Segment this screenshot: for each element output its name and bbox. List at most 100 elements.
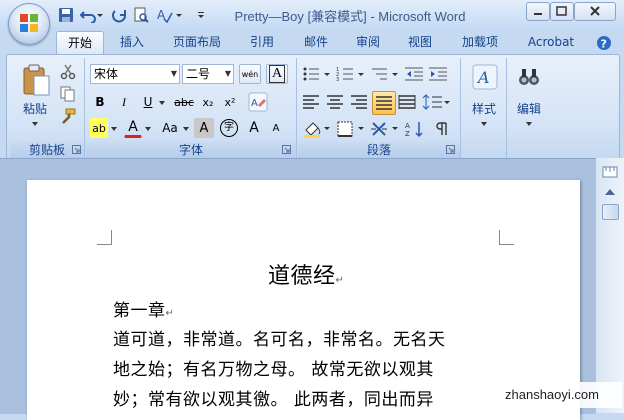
highlight-button[interactable]: ab xyxy=(90,118,108,138)
tab-references[interactable]: 引用 xyxy=(242,31,282,53)
align-center-icon[interactable] xyxy=(326,94,344,110)
close-icon xyxy=(590,6,600,16)
font-group: 宋体 ▼ 二号 ▼ wén A B I U abc x₂ x² A ab A Aa … xyxy=(86,58,297,158)
scroll-up-icon[interactable] xyxy=(602,184,618,200)
font-size-combo[interactable]: 二号 ▼ xyxy=(182,64,234,84)
svg-text:A: A xyxy=(405,122,410,130)
multilevel-list-icon[interactable] xyxy=(370,66,400,82)
save-icon[interactable] xyxy=(58,7,74,23)
character-border-button[interactable]: A xyxy=(266,64,288,84)
bold-button[interactable]: B xyxy=(90,92,110,112)
numbering-icon[interactable]: 123 xyxy=(336,66,366,82)
tab-acrobat[interactable]: Acrobat xyxy=(520,31,582,53)
show-marks-icon[interactable] xyxy=(432,120,450,138)
align-left-icon[interactable] xyxy=(302,94,320,110)
borders-icon[interactable] xyxy=(336,120,366,138)
distributed-icon[interactable] xyxy=(398,94,416,110)
shading-icon[interactable] xyxy=(302,120,332,138)
justify-button[interactable] xyxy=(372,91,396,115)
cut-icon[interactable] xyxy=(60,64,76,80)
print-preview-icon[interactable] xyxy=(133,7,149,23)
justify-icon xyxy=(376,96,392,110)
tab-insert[interactable]: 插入 xyxy=(112,31,152,53)
styles-group: A 样式 xyxy=(462,58,507,158)
crop-mark xyxy=(97,230,112,245)
clipboard-group: 粘贴 剪贴板 xyxy=(10,58,85,158)
minimize-icon xyxy=(534,13,542,15)
chinese-layout-icon[interactable] xyxy=(370,120,400,138)
maximize-button[interactable] xyxy=(550,2,574,21)
tab-home[interactable]: 开始 xyxy=(56,31,104,54)
change-case-button[interactable]: Aa xyxy=(158,118,182,138)
underline-dropdown-icon[interactable] xyxy=(158,99,166,107)
italic-button[interactable]: I xyxy=(114,92,134,112)
editing-dropdown-icon[interactable] xyxy=(525,120,533,128)
svg-text:A: A xyxy=(251,98,258,109)
clipboard-launcher-icon[interactable] xyxy=(72,145,81,154)
close-button[interactable] xyxy=(574,2,616,21)
highlight-dropdown-icon[interactable] xyxy=(110,125,118,133)
binoculars-icon[interactable] xyxy=(516,64,542,90)
enclose-characters-button[interactable]: 字 xyxy=(218,118,240,138)
window-title: Pretty—Boy [兼容模式] - Microsoft Word xyxy=(234,9,466,24)
decrease-indent-icon[interactable] xyxy=(404,66,424,82)
change-case-dropdown-icon[interactable] xyxy=(182,125,190,133)
clear-formatting-icon[interactable]: A xyxy=(248,92,268,112)
document-title: 道德经↵ xyxy=(268,264,345,289)
bullets-icon[interactable] xyxy=(302,66,332,82)
underline-button[interactable]: U xyxy=(138,92,158,112)
copy-icon[interactable] xyxy=(60,86,76,102)
styles-label[interactable]: 样式 xyxy=(462,100,506,117)
format-painter-icon[interactable] xyxy=(60,108,76,124)
font-size-value: 二号 xyxy=(186,67,211,81)
paragraph-mark: ↵ xyxy=(335,275,345,286)
align-right-icon[interactable] xyxy=(350,94,368,110)
font-color-button[interactable]: A xyxy=(124,118,142,138)
increase-indent-icon[interactable] xyxy=(428,66,448,82)
redo-icon[interactable] xyxy=(112,7,128,23)
spelling-icon[interactable]: A xyxy=(157,7,173,23)
subscript-button[interactable]: x₂ xyxy=(198,92,218,112)
spelling-dropdown-icon[interactable] xyxy=(175,7,183,23)
paragraph-launcher-icon[interactable] xyxy=(446,145,455,154)
site-watermark: zhanshaoyi.com xyxy=(482,382,622,408)
strikethrough-button[interactable]: abc xyxy=(172,92,196,112)
svg-text:Z: Z xyxy=(405,130,410,138)
tab-page-layout[interactable]: 页面布局 xyxy=(166,31,228,53)
help-icon[interactable]: ? xyxy=(596,35,612,51)
undo-dropdown-icon[interactable] xyxy=(96,7,104,23)
paste-dropdown-icon[interactable] xyxy=(31,120,39,128)
body-line: 妙；常有欲以观其徼。 此两者，同出而异 xyxy=(113,390,434,410)
font-launcher-icon[interactable] xyxy=(282,145,291,154)
chapter-heading: 第一章↵ xyxy=(113,301,175,321)
styles-icon[interactable]: A xyxy=(472,64,498,90)
character-shading-button[interactable]: A xyxy=(194,118,214,138)
body-line: 地之始；有名万物之母。 故常无欲以观其 xyxy=(113,360,434,380)
vertical-scrollbar[interactable] xyxy=(596,158,624,413)
line-spacing-icon[interactable] xyxy=(422,94,450,110)
chevron-down-icon: ▼ xyxy=(224,69,231,78)
grow-font-button[interactable]: A xyxy=(244,118,264,138)
minimize-button[interactable] xyxy=(526,2,550,21)
paragraph-group-label: 段落 xyxy=(298,142,460,158)
office-logo-icon xyxy=(20,14,38,32)
tab-add-ins[interactable]: 加载项 xyxy=(454,31,506,53)
tab-review[interactable]: 审阅 xyxy=(348,31,388,53)
ruler-toggle-icon[interactable] xyxy=(602,164,618,180)
tab-view[interactable]: 视图 xyxy=(400,31,440,53)
svg-text:A: A xyxy=(476,68,490,87)
phonetic-guide-button[interactable]: wén xyxy=(239,64,261,84)
scroll-thumb[interactable] xyxy=(602,204,619,220)
office-button[interactable] xyxy=(8,3,50,45)
tab-mailings[interactable]: 邮件 xyxy=(296,31,336,53)
styles-dropdown-icon[interactable] xyxy=(480,120,488,128)
font-color-dropdown-icon[interactable] xyxy=(144,125,152,133)
paste-label[interactable]: 粘贴 xyxy=(12,100,58,117)
paste-icon[interactable] xyxy=(22,64,50,96)
sort-icon[interactable]: AZ xyxy=(404,120,426,138)
font-name-combo[interactable]: 宋体 ▼ xyxy=(90,64,180,84)
undo-icon[interactable] xyxy=(80,7,96,23)
superscript-button[interactable]: x² xyxy=(220,92,240,112)
shrink-font-button[interactable]: A xyxy=(266,118,286,138)
editing-label[interactable]: 编辑 xyxy=(508,100,550,117)
